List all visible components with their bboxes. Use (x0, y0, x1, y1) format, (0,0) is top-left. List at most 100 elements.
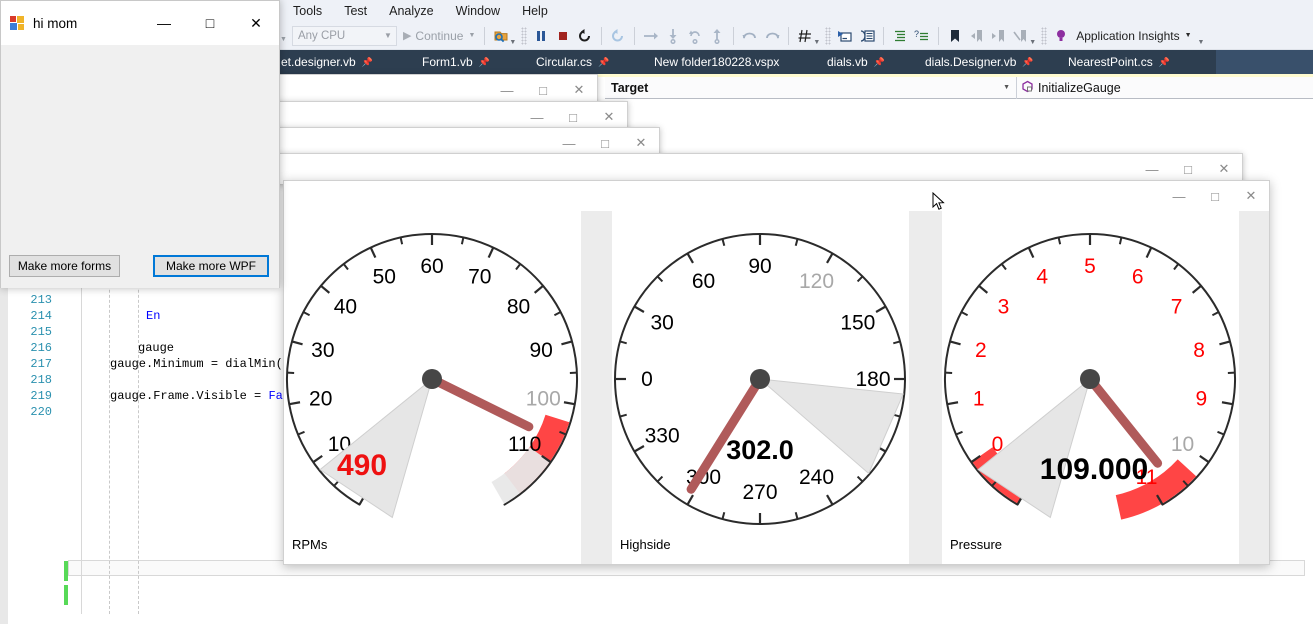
toolbar-overflow-icon[interactable]: ▼ (278, 36, 292, 49)
gauge-panel-highside[interactable]: 0306090120150180210240270300330302.0 Hig… (612, 211, 909, 564)
help-list-icon[interactable]: ? (911, 26, 933, 46)
toolbar-divider (601, 26, 603, 45)
tab-et-designer-vb[interactable]: et.designer.vb 📌 (272, 50, 382, 74)
window-title-bar[interactable]: — □ ✕ (284, 181, 1269, 211)
minimize-button[interactable]: — (141, 1, 187, 45)
menu-item-window[interactable]: Window (445, 0, 511, 22)
close-button[interactable]: ✕ (1233, 181, 1269, 211)
tab-dials-designer-vb[interactable]: dials.Designer.vb 📌 (916, 50, 1043, 74)
window-icon[interactable] (834, 26, 856, 46)
member-combo[interactable]: InitializeGauge (1017, 77, 1313, 99)
window-controls: — □ ✕ (141, 1, 279, 45)
tab-label: dials.Designer.vb (925, 55, 1017, 69)
maximize-button[interactable]: □ (187, 1, 233, 45)
pin-icon[interactable]: 📌 (874, 57, 885, 68)
svg-text:240: 240 (799, 466, 834, 489)
list-icon[interactable] (889, 26, 911, 46)
tab-circular-cs[interactable]: Circular.cs 📌 (527, 50, 618, 74)
chevron-down-icon: ▼ (1003, 84, 1010, 91)
pause-icon[interactable] (530, 26, 552, 46)
change-bar (64, 585, 68, 605)
line-number: 215 (30, 325, 52, 339)
close-button[interactable]: ✕ (233, 1, 279, 45)
step-into-icon (662, 26, 684, 46)
svg-text:7: 7 (1171, 295, 1183, 318)
svg-text:30: 30 (311, 339, 334, 362)
svg-text:4: 4 (1036, 266, 1048, 289)
gauge-panel-pressure[interactable]: -101234567891011109.000 Pressure (942, 211, 1239, 564)
lightbulb-icon[interactable] (1050, 26, 1072, 46)
continue-button[interactable]: ▶ Continue ▼ (399, 29, 479, 43)
svg-text:270: 270 (742, 481, 777, 504)
tab-form1-vb[interactable]: Form1.vb 📌 (413, 50, 499, 74)
gauge-pressure-svg: -101234567891011109.000 (944, 233, 1236, 520)
line-number: 216 (30, 341, 52, 355)
undo-icon (739, 26, 761, 46)
tab-new-folder180228-vspx[interactable]: New folder180228.vspx (645, 50, 788, 74)
platform-combo[interactable]: Any CPU ▼ (291, 25, 397, 46)
maximize-button[interactable]: □ (1197, 181, 1233, 211)
svg-text:90: 90 (529, 339, 552, 362)
stop-icon[interactable] (552, 26, 574, 46)
pin-icon[interactable]: 📌 (1159, 57, 1170, 68)
step-out-icon (684, 26, 706, 46)
pin-icon[interactable]: 📌 (479, 57, 490, 68)
tab-dials-vb[interactable]: dials.vb 📌 (818, 50, 894, 74)
menu-item-tools[interactable]: Tools (282, 0, 333, 22)
svg-text:?: ? (914, 29, 919, 39)
svg-text:20: 20 (309, 388, 332, 411)
svg-text:9: 9 (1195, 388, 1207, 411)
line-number: 220 (30, 405, 52, 419)
gauge-rpms-svg: 0102030405060708090100110490 (286, 233, 578, 519)
gauge-window-body: 0102030405060708090100110490 RPMs 030609… (284, 211, 1269, 564)
chevron-down-icon[interactable]: ▼ (1029, 39, 1036, 49)
restart-icon[interactable] (574, 26, 596, 46)
tab-nearestpoint-cs[interactable]: NearestPoint.cs 📌 (1059, 50, 1179, 74)
scope-combo[interactable]: Target ▼ (605, 76, 1017, 99)
chevron-down-icon[interactable]: ▼ (1198, 39, 1205, 49)
pin-icon[interactable]: 📌 (598, 57, 609, 68)
menu-item-analyze[interactable]: Analyze (378, 0, 444, 22)
pin-icon[interactable]: 📌 (1022, 57, 1033, 68)
toolbar-gripper[interactable] (825, 26, 832, 45)
code-text: gauge.Frame.Visible = (110, 389, 269, 403)
tab-overflow-area[interactable] (1216, 50, 1313, 74)
svg-text:0: 0 (641, 368, 653, 391)
code-text: gauge.Minimum = dialMin() (110, 357, 291, 371)
svg-text:40: 40 (334, 295, 357, 318)
make-more-forms-button[interactable]: Make more forms (9, 255, 120, 277)
scope-combo-value: Target (611, 80, 649, 95)
gauge-window[interactable]: — □ ✕ 0102030405060708090100110490 RPMs … (283, 180, 1270, 565)
pin-icon[interactable]: 📌 (362, 57, 373, 68)
make-more-wpf-button[interactable]: Make more WPF (153, 255, 269, 277)
tab-label: dials.vb (827, 55, 868, 69)
application-insights-label[interactable]: Application Insights (1076, 29, 1179, 43)
toolbar-divider (883, 26, 885, 45)
tab-label: NearestPoint.cs (1068, 55, 1153, 69)
svg-text:490: 490 (337, 449, 387, 482)
navigation-bar: Target ▼ InitializeGauge (605, 76, 1313, 99)
window-title-bar[interactable]: hi mom — □ ✕ (1, 1, 279, 45)
toolbar-gripper[interactable] (521, 26, 528, 45)
hi-mom-window[interactable]: hi mom — □ ✕ Make more forms Make more W… (0, 0, 280, 288)
code-text: gauge (138, 341, 175, 355)
gauge-label-rpms: RPMs (292, 537, 328, 552)
toolbar-gripper[interactable] (1041, 26, 1048, 45)
tab-label: et.designer.vb (281, 55, 356, 69)
chevron-down-icon[interactable]: ▼ (509, 39, 516, 49)
tab-label: Form1.vb (422, 55, 473, 69)
code-keyword-end: En (146, 309, 161, 323)
svg-text:1: 1 (973, 388, 985, 411)
redo-icon (761, 26, 783, 46)
menu-item-test[interactable]: Test (333, 0, 378, 22)
chevron-down-icon[interactable]: ▼ (1185, 32, 1192, 39)
menu-item-help[interactable]: Help (511, 0, 559, 22)
copy-window-icon[interactable] (856, 26, 878, 46)
bookmark-icon[interactable] (944, 26, 966, 46)
svg-text:3: 3 (998, 295, 1010, 318)
chevron-down-icon[interactable]: ▼ (813, 39, 820, 49)
svg-text:330: 330 (645, 425, 680, 448)
line-number: 219 (30, 389, 52, 403)
gauge-panel-rpms[interactable]: 0102030405060708090100110490 RPMs (284, 211, 581, 564)
minimize-button[interactable]: — (1161, 181, 1197, 211)
